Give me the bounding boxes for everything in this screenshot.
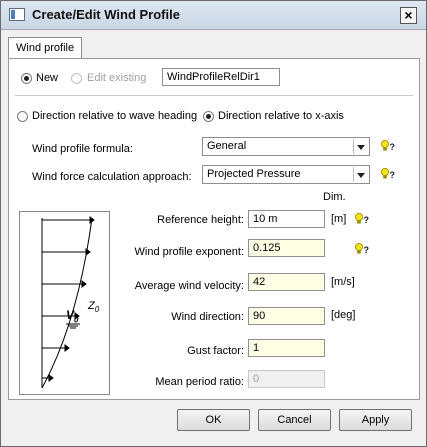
v-subscript: 0 — [74, 315, 79, 325]
approach-label: Wind force calculation approach: — [32, 171, 192, 183]
svg-text:?: ? — [390, 142, 396, 152]
dim-header: Dim. — [323, 191, 346, 203]
reference-height-unit: [m] — [331, 213, 347, 225]
formula-value: General — [207, 140, 247, 152]
close-button[interactable]: × — [400, 7, 417, 24]
window-icon — [9, 8, 25, 21]
chevron-down-icon — [353, 167, 368, 182]
profile-name-input[interactable]: WindProfileRelDir1 — [162, 68, 280, 86]
edit-existing-radio[interactable] — [71, 73, 82, 84]
help-bulb-icon[interactable]: ? — [380, 139, 396, 153]
tab-strip: Wind profile — [8, 37, 419, 59]
edit-existing-label: Edit existing — [87, 72, 147, 84]
velocity-label: Average wind velocity: — [134, 280, 244, 292]
new-radio-label: New — [36, 72, 59, 84]
mean-period-input[interactable]: 0 — [248, 370, 325, 388]
gust-input[interactable]: 1 — [248, 339, 325, 357]
chevron-down-icon — [353, 139, 368, 154]
velocity-input[interactable]: 42 — [248, 273, 325, 291]
help-bulb-icon[interactable]: ? — [354, 242, 370, 256]
reference-height-input[interactable]: 10 m — [248, 210, 325, 228]
mean-period-label: Mean period ratio: — [155, 376, 244, 388]
direction-label: Wind direction: — [171, 311, 244, 323]
tab-panel: New Edit existing WindProfileRelDir1 Dir… — [8, 58, 420, 400]
relative-wave-radio[interactable] — [17, 111, 28, 122]
v-label: V — [66, 308, 75, 322]
formula-label: Wind profile formula: — [32, 143, 133, 155]
direction-input[interactable]: 90 — [248, 307, 325, 325]
gust-label: Gust factor: — [187, 345, 244, 357]
help-bulb-icon[interactable]: ? — [354, 212, 370, 226]
ok-button[interactable]: OK — [177, 409, 250, 431]
help-bulb-icon[interactable]: ? — [380, 167, 396, 181]
z0-label: Z0 — [88, 300, 99, 314]
approach-select[interactable]: Projected Pressure — [202, 165, 370, 184]
exponent-label: Wind profile exponent: — [134, 246, 244, 258]
wind-profile-diagram: V0 Z0 — [19, 211, 110, 395]
relative-wave-label: Direction relative to wave heading — [32, 110, 198, 122]
svg-text:?: ? — [364, 245, 370, 255]
velocity-unit: [m/s] — [331, 276, 355, 288]
z-label: Z — [88, 300, 95, 312]
v0-label: V0 — [66, 308, 78, 324]
formula-select[interactable]: General — [202, 137, 370, 156]
cancel-button[interactable]: Cancel — [258, 409, 331, 431]
svg-text:?: ? — [364, 215, 370, 225]
direction-unit: [deg] — [331, 309, 356, 321]
new-radio[interactable] — [21, 73, 32, 84]
window-title: Create/Edit Wind Profile — [32, 7, 180, 22]
title-bar[interactable]: Create/Edit Wind Profile × — [1, 1, 426, 30]
apply-button[interactable]: Apply — [339, 409, 412, 431]
exponent-input[interactable]: 0.125 — [248, 239, 325, 257]
svg-text:?: ? — [390, 170, 396, 180]
relative-x-label: Direction relative to x-axis — [218, 110, 344, 122]
tab-wind-profile[interactable]: Wind profile — [8, 37, 83, 59]
separator — [15, 95, 413, 96]
approach-value: Projected Pressure — [207, 168, 301, 180]
dialog-window: Create/Edit Wind Profile × Wind profile … — [0, 0, 427, 447]
reference-height-label: Reference height: — [157, 214, 244, 226]
relative-x-radio[interactable] — [203, 111, 214, 122]
